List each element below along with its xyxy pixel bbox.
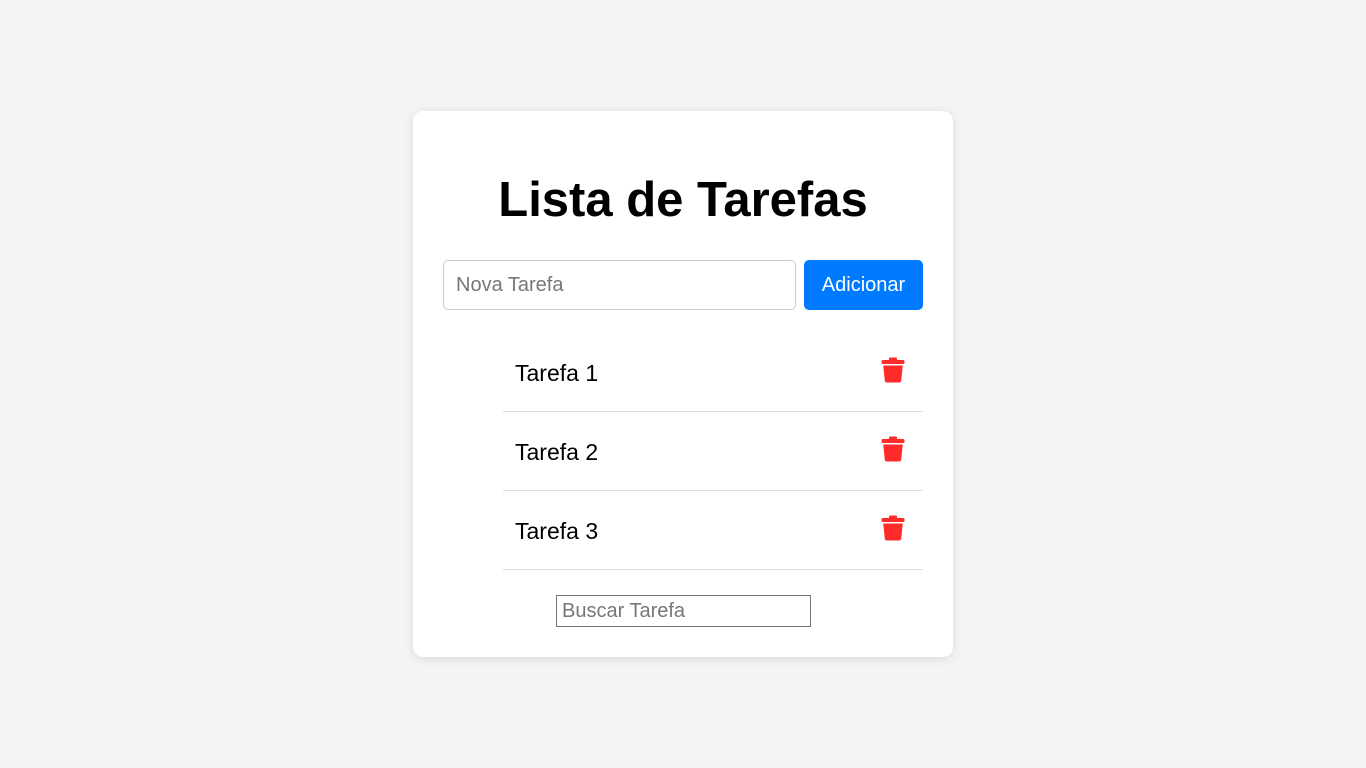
task-item: Tarefa 2 (503, 412, 923, 491)
search-task-input[interactable] (556, 595, 811, 627)
delete-task-button[interactable] (881, 355, 909, 385)
new-task-input[interactable] (443, 260, 796, 310)
delete-task-button[interactable] (881, 513, 909, 543)
task-item: Tarefa 3 (503, 491, 923, 570)
task-label: Tarefa 1 (515, 360, 599, 386)
delete-task-button[interactable] (881, 434, 909, 464)
task-list: Tarefa 1 Tarefa 2 Tarefa 3 (503, 333, 923, 570)
trash-icon (881, 436, 905, 462)
page-title: Lista de Tarefas (498, 173, 868, 227)
task-item: Tarefa 1 (503, 333, 923, 412)
trash-icon (881, 357, 905, 383)
task-label: Tarefa 2 (515, 439, 599, 465)
add-task-button[interactable]: Adicionar (804, 260, 923, 310)
task-label: Tarefa 3 (515, 518, 599, 544)
todo-card: Lista de Tarefas Adicionar Tarefa 1 Tare… (413, 111, 953, 657)
trash-icon (881, 515, 905, 541)
